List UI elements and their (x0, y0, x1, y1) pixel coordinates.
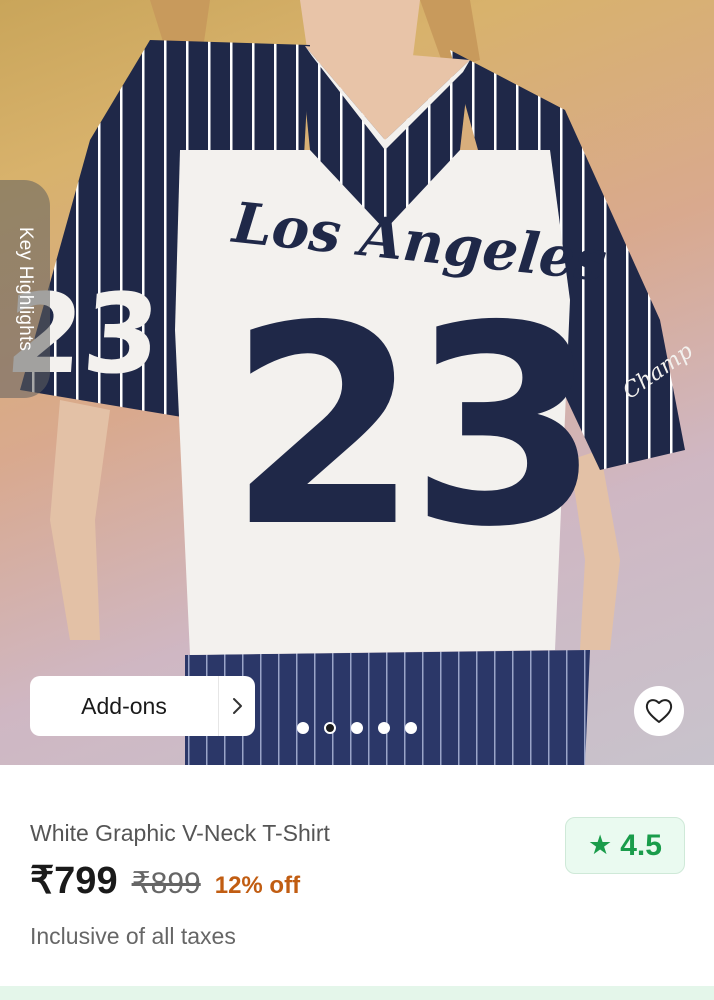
svg-text:23: 23 (228, 267, 591, 587)
pagination-dot[interactable] (378, 722, 390, 734)
star-icon: ★ (588, 830, 613, 861)
rating-badge[interactable]: ★ 4.5 (565, 817, 685, 874)
product-photo: 23 Champ Los Angeles 23 (2, 0, 698, 765)
pagination-dot[interactable] (351, 722, 363, 734)
product-title: White Graphic V-Neck T-Shirt (30, 820, 330, 846)
discount-badge: 12% off (214, 872, 301, 899)
addons-button[interactable]: Add-ons (30, 676, 255, 736)
image-pagination-dots (297, 722, 417, 734)
rating-value: 4.5 (620, 828, 662, 862)
pagination-dot-active[interactable] (324, 722, 336, 734)
heart-icon (645, 699, 673, 723)
addons-label: Add-ons (81, 692, 167, 719)
price-row: ₹799 ₹899 12% off (30, 858, 300, 903)
key-highlights-tab[interactable]: Key Highlights (0, 180, 50, 398)
pagination-dot[interactable] (297, 722, 309, 734)
bottom-banner-edge (0, 986, 714, 1000)
chevron-right-icon[interactable] (219, 676, 255, 736)
original-price: ₹899 (131, 867, 201, 900)
product-image-gallery[interactable]: 23 Champ Los Angeles 23 Key Highlights A… (0, 0, 714, 765)
pagination-dot[interactable] (405, 722, 417, 734)
tax-note: Inclusive of all taxes (30, 923, 236, 949)
key-highlights-label: Key Highlights (15, 226, 36, 352)
selling-price: ₹799 (30, 860, 118, 902)
wishlist-button[interactable] (634, 686, 684, 736)
